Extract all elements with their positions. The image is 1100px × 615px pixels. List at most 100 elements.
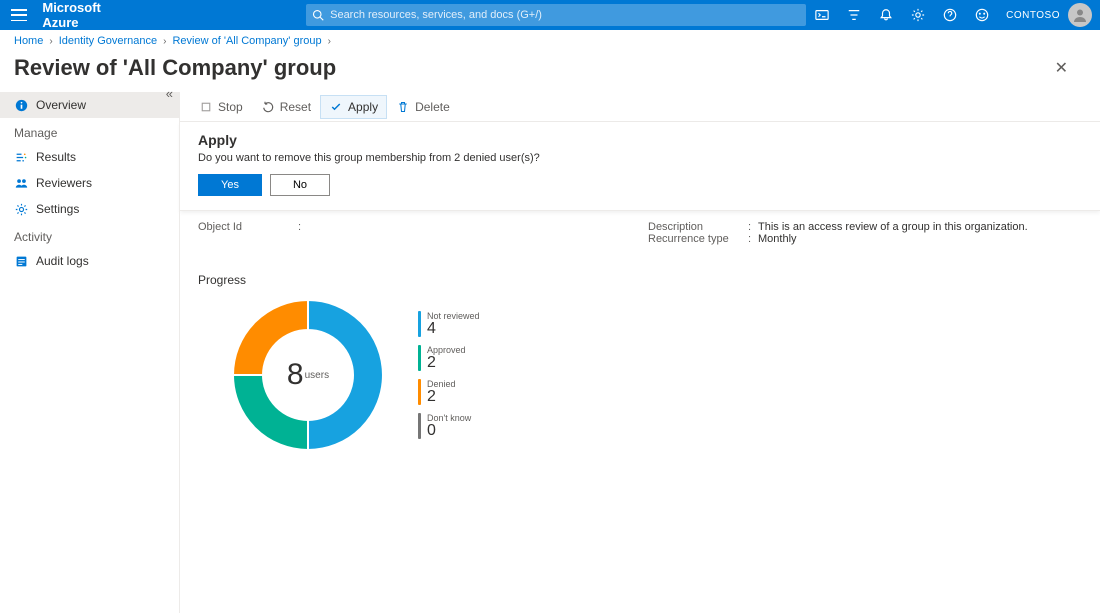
- detail-row: Object Id : Description : This is an acc…: [198, 221, 1082, 233]
- sidebar-heading-manage: Manage: [0, 118, 179, 144]
- settings-button[interactable]: [902, 0, 934, 30]
- apply-confirmation-banner: Apply Do you want to remove this group m…: [180, 122, 1100, 211]
- reset-button[interactable]: Reset: [252, 95, 320, 119]
- progress-section: Progress 8 users Not reviewed4 Approved2 D…: [180, 255, 1100, 473]
- reviewers-icon: [14, 176, 28, 190]
- search-box[interactable]: [306, 4, 806, 26]
- sidebar-item-audit-logs[interactable]: Audit logs: [0, 248, 179, 274]
- breadcrumb-current[interactable]: Review of 'All Company' group: [172, 35, 321, 47]
- toolbar-label: Apply: [348, 100, 378, 114]
- delete-button[interactable]: Delete: [387, 95, 459, 119]
- cloud-shell-button[interactable]: [806, 0, 838, 30]
- detail-row: Recurrence type : Monthly: [198, 233, 1082, 245]
- close-icon: ✕: [1055, 60, 1068, 77]
- person-icon: [1072, 7, 1088, 23]
- results-icon: [14, 150, 28, 164]
- legend-color-bar: [418, 311, 421, 337]
- help-button[interactable]: [934, 0, 966, 30]
- progress-heading: Progress: [198, 273, 1082, 287]
- progress-legend: Not reviewed4 Approved2 Denied2 Don't know0: [418, 311, 480, 439]
- donut-total-value: 8: [287, 358, 304, 392]
- legend-color-bar: [418, 379, 421, 405]
- cloud-shell-icon: [815, 8, 829, 22]
- stop-icon: [199, 100, 213, 114]
- legend-item: Approved2: [418, 345, 480, 371]
- page-title: Review of 'All Company' group: [14, 55, 336, 81]
- brand-label: Microsoft Azure: [42, 0, 136, 30]
- breadcrumb: Home › Identity Governance › Review of '…: [0, 30, 1100, 52]
- sidebar-item-overview[interactable]: Overview: [0, 92, 179, 118]
- chevron-right-icon: ›: [49, 36, 52, 47]
- apply-button[interactable]: Apply: [320, 95, 387, 119]
- legend-value: 2: [427, 389, 456, 405]
- check-icon: [329, 100, 343, 114]
- legend-item: Denied2: [418, 379, 480, 405]
- gear-icon: [911, 8, 925, 22]
- chevron-double-left-icon: «: [166, 86, 173, 101]
- search-input[interactable]: [330, 9, 800, 21]
- detail-value-objectid: [308, 221, 648, 233]
- legend-value: 2: [427, 355, 466, 371]
- donut-total-label: users: [305, 370, 329, 381]
- filter-icon: [847, 8, 861, 22]
- banner-message: Do you want to remove this group members…: [198, 152, 1082, 164]
- sidebar: « Overview Manage Results Reviewers Sett: [0, 92, 180, 613]
- detail-value-description: This is an access review of a group in t…: [758, 221, 1082, 233]
- details-section: Object Id : Description : This is an acc…: [180, 211, 1100, 255]
- stop-button[interactable]: Stop: [190, 95, 252, 119]
- breadcrumb-home[interactable]: Home: [14, 35, 43, 47]
- progress-donut-chart: 8 users: [228, 295, 388, 455]
- collapse-sidebar-button[interactable]: «: [166, 86, 173, 101]
- yes-button[interactable]: Yes: [198, 174, 262, 196]
- info-icon: [14, 98, 28, 112]
- banner-buttons: Yes No: [198, 174, 1082, 196]
- chevron-right-icon: ›: [328, 36, 331, 47]
- toolbar-label: Stop: [218, 100, 243, 114]
- search-icon: [312, 9, 324, 21]
- tenant-label: CONTOSO: [998, 10, 1068, 21]
- detail-label-recurrence: Recurrence type: [648, 233, 748, 245]
- close-button[interactable]: ✕: [1047, 54, 1076, 82]
- command-bar: Stop Reset Apply Delete: [180, 92, 1100, 122]
- bell-icon: [879, 8, 893, 22]
- legend-color-bar: [418, 413, 421, 439]
- sidebar-heading-activity: Activity: [0, 222, 179, 248]
- feedback-icon: [975, 8, 989, 22]
- sidebar-item-label: Audit logs: [36, 254, 89, 268]
- notifications-button[interactable]: [870, 0, 902, 30]
- delete-icon: [396, 100, 410, 114]
- user-avatar[interactable]: [1068, 3, 1092, 27]
- help-icon: [943, 8, 957, 22]
- top-icon-bar: CONTOSO: [806, 0, 1100, 30]
- no-button[interactable]: No: [270, 174, 330, 196]
- legend-color-bar: [418, 345, 421, 371]
- detail-value-recurrence: Monthly: [758, 233, 1082, 245]
- sidebar-item-reviewers[interactable]: Reviewers: [0, 170, 179, 196]
- chevron-right-icon: ›: [163, 36, 166, 47]
- gear-icon: [14, 202, 28, 216]
- legend-item: Don't know0: [418, 413, 480, 439]
- toolbar-label: Reset: [280, 100, 311, 114]
- main-area: « Overview Manage Results Reviewers Sett: [0, 92, 1100, 613]
- sidebar-item-label: Settings: [36, 202, 79, 216]
- legend-item: Not reviewed4: [418, 311, 480, 337]
- banner-title: Apply: [198, 132, 1082, 148]
- detail-label-description: Description: [648, 221, 748, 233]
- toolbar-label: Delete: [415, 100, 450, 114]
- feedback-button[interactable]: [966, 0, 998, 30]
- content-area: Stop Reset Apply Delete: [180, 92, 1100, 613]
- sidebar-item-settings[interactable]: Settings: [0, 196, 179, 222]
- top-bar: Microsoft Azure CONTOSO: [0, 0, 1100, 30]
- detail-label-objectid: Object Id: [198, 221, 298, 233]
- legend-value: 4: [427, 321, 480, 337]
- directories-button[interactable]: [838, 0, 870, 30]
- sidebar-item-label: Reviewers: [36, 176, 92, 190]
- hamburger-icon: [11, 9, 27, 21]
- menu-button[interactable]: [0, 9, 38, 21]
- breadcrumb-identity-governance[interactable]: Identity Governance: [59, 35, 157, 47]
- sidebar-item-label: Results: [36, 150, 76, 164]
- legend-value: 0: [427, 423, 471, 439]
- audit-logs-icon: [14, 254, 28, 268]
- sidebar-item-results[interactable]: Results: [0, 144, 179, 170]
- sidebar-item-label: Overview: [36, 98, 86, 112]
